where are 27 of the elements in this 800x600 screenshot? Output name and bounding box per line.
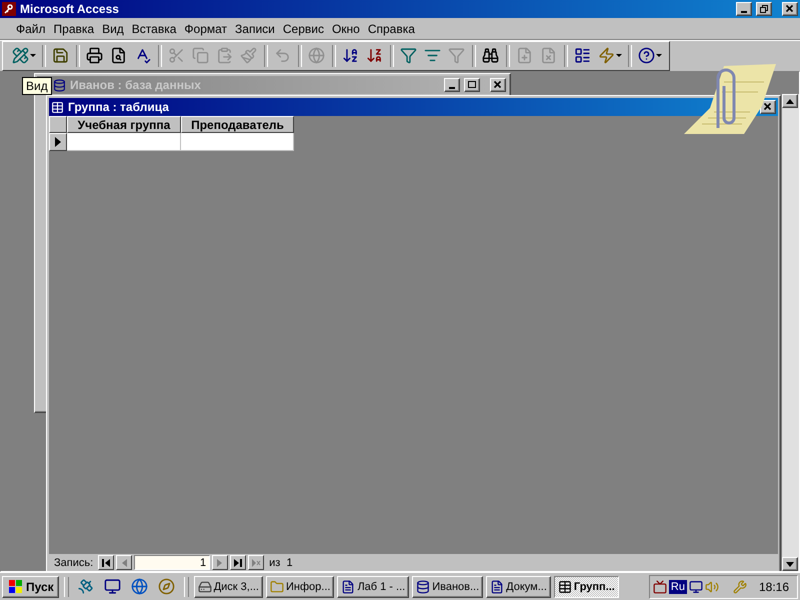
tooltip: Вид — [22, 77, 52, 95]
taskbar-button[interactable]: Лаб 1 - ... — [337, 576, 410, 598]
record-number-field[interactable]: 1 — [134, 555, 210, 570]
column-header[interactable]: Преподаватель — [181, 116, 294, 133]
menu-item[interactable]: Формат — [180, 20, 232, 38]
start-button[interactable]: Пуск — [2, 576, 59, 598]
taskbar-button[interactable]: Диск 3,... — [194, 576, 263, 598]
menu-item[interactable]: Окно — [328, 20, 364, 38]
window-title: Microsoft Access — [20, 2, 120, 16]
menu-item[interactable]: Правка — [50, 20, 98, 38]
taskbar-button[interactable]: Иванов... — [412, 576, 484, 598]
window-title: Группа : таблица — [68, 100, 170, 114]
clock: 18:16 — [758, 580, 789, 594]
taskbar-button[interactable]: Докум... — [486, 576, 551, 598]
record-label: Запись: — [54, 556, 94, 568]
menu-item[interactable]: Записи — [231, 20, 279, 38]
menu-item[interactable]: Вставка — [128, 20, 180, 38]
column-header[interactable]: Учебная группа — [67, 116, 181, 133]
menu-item[interactable]: Справка — [364, 20, 419, 38]
menu-item[interactable]: Файл — [12, 20, 50, 38]
taskbar-button[interactable]: Инфор... — [266, 576, 334, 598]
window-title: Иванов : база данных — [70, 78, 202, 92]
record-count: из 1 — [269, 556, 293, 568]
menu-item[interactable]: Сервис — [278, 20, 328, 38]
language-indicator[interactable]: Ru — [668, 580, 687, 594]
taskbar-button[interactable]: Групп... — [554, 576, 619, 598]
menu-item[interactable]: Вид — [98, 20, 128, 38]
